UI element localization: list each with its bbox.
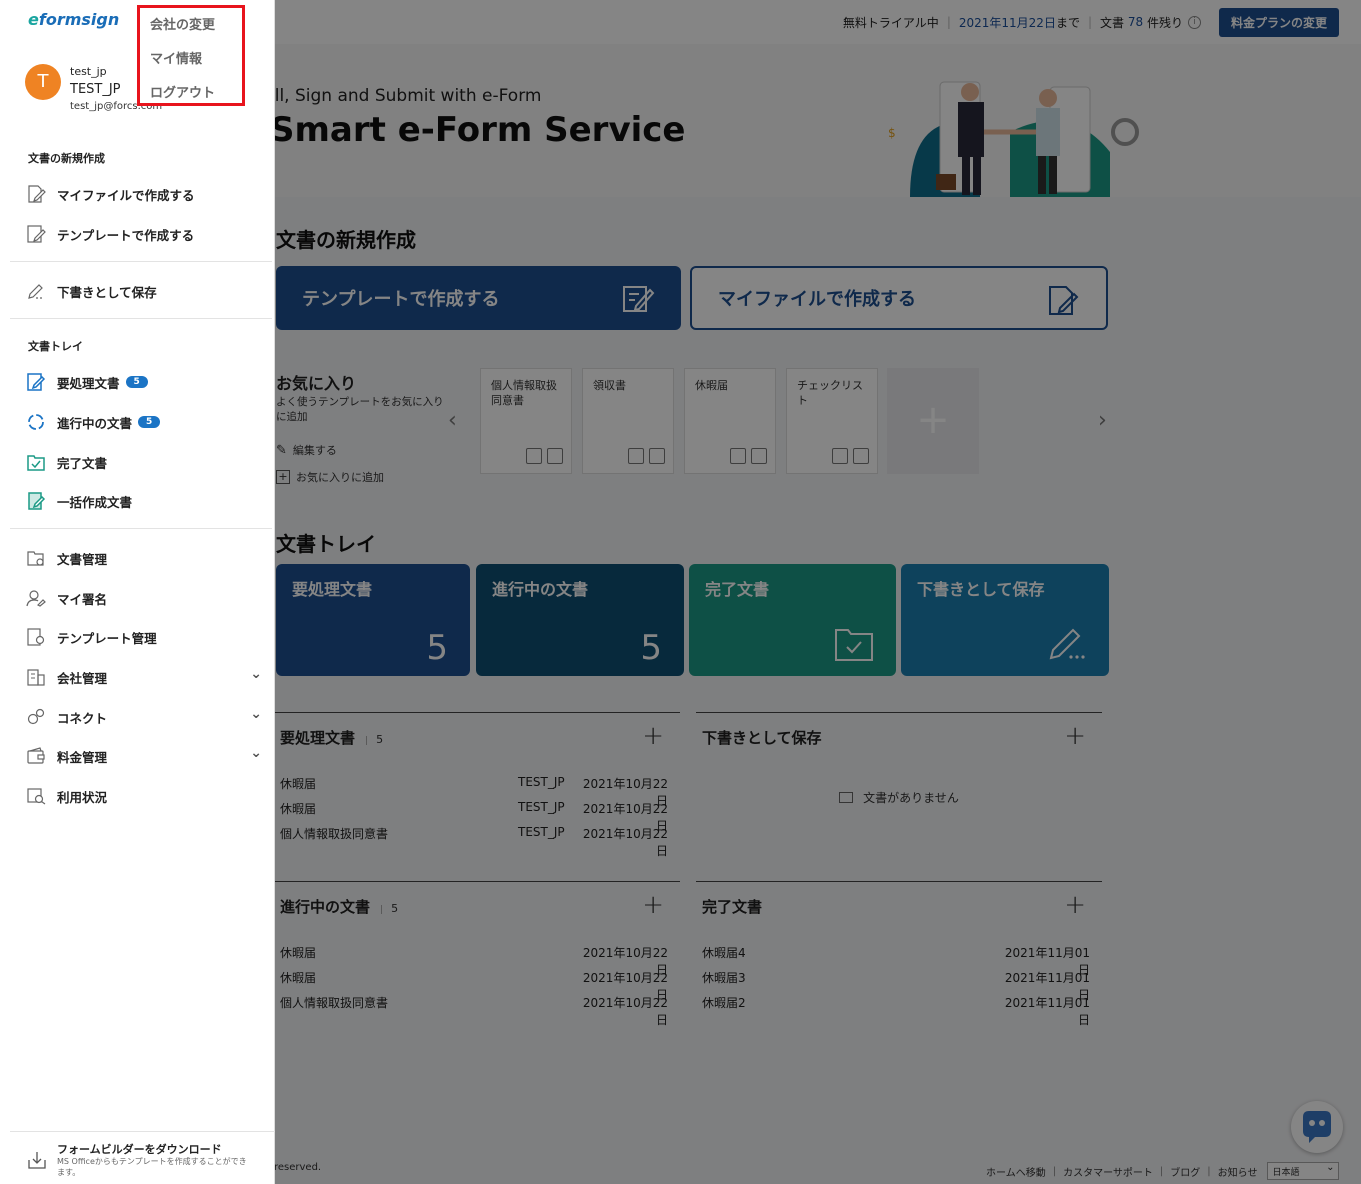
pending-count-badge: 5 [125,376,148,388]
sidebar-item-template-manage[interactable]: テンプレート管理 [26,626,262,648]
menu-item-logout[interactable]: ログアウト [150,82,215,101]
inprogress-count-badge: 5 [138,416,161,428]
template-edit-icon [27,225,46,243]
sidebar-item-create-template[interactable]: テンプレートで作成する [26,223,262,245]
sidebar-item-label: マイファイルで作成する [57,187,195,203]
download-formbuilder[interactable]: フォームビルダーをダウンロード MS Officeからもテンプレートを作成するこ… [10,1131,275,1184]
template-settings-icon [27,628,45,646]
avatar[interactable]: T [25,64,61,100]
gears-icon [27,708,45,725]
sidebar-item-pending[interactable]: 要処理文書 5 [26,371,262,393]
sidebar-item-label: 進行中の文書 [57,415,133,431]
menu-item-change-company[interactable]: 会社の変更 [150,14,215,33]
eformsign-logo[interactable]: eformsign [28,10,119,29]
sidebar-item-my-signature[interactable]: マイ署名 [26,587,262,609]
logo-text: formsign [38,10,120,29]
logo-letter: e [28,10,39,29]
folder-check-icon [27,455,45,471]
sidebar-item-label: 利用状況 [57,789,108,805]
pencil-icon [28,284,44,299]
chevron-down-icon[interactable]: ⌄ [250,666,262,682]
sidebar-item-label: 完了文書 [57,455,108,471]
document-settings-icon [27,551,44,566]
download-icon [28,1152,46,1169]
user-name: TEST_JP [70,82,121,97]
sidebar-item-label: 文書管理 [57,551,108,567]
sidebar-section-tray: 文書トレイ [28,340,83,353]
download-description: MS Officeからもテンプレートを作成することができます。 [57,1157,247,1177]
sidebar-item-label: 下書きとして保存 [57,284,157,300]
sidebar-item-doc-manage[interactable]: 文書管理 [26,547,262,569]
file-edit-icon [28,185,46,203]
divider [10,318,272,319]
chevron-down-icon[interactable]: ⌄ [250,745,262,761]
sidebar-item-label: マイ署名 [57,591,108,607]
chevron-down-icon[interactable]: ⌄ [250,706,262,722]
sidebar-item-label: 要処理文書 [57,375,120,391]
user-menu-dropdown: 会社の変更 マイ情報 ログアウト [137,5,245,106]
sidebar-item-billing[interactable]: 料金管理 ⌄ [26,745,262,767]
user-signature-icon [26,590,46,607]
sidebar-item-label: 会社管理 [57,670,108,686]
sidebar-item-completed[interactable]: 完了文書 [26,451,262,473]
sidebar-item-inprogress[interactable]: 進行中の文書 5 [26,411,262,433]
wallet-icon [27,747,45,764]
sidebar: eformsign T test_jp TEST_JP test_jp@forc… [0,0,275,1184]
building-icon [27,669,45,686]
sidebar-item-bulk[interactable]: 一括作成文書 [26,490,262,512]
sidebar-item-label: コネクト [57,710,108,726]
download-title: フォームビルダーをダウンロード [57,1143,222,1156]
sidebar-item-company-manage[interactable]: 会社管理 ⌄ [26,666,262,688]
menu-item-my-info[interactable]: マイ情報 [150,48,202,67]
sidebar-section-new: 文書の新規作成 [28,152,105,165]
pending-doc-icon [27,373,46,391]
usage-search-icon [27,788,46,805]
sidebar-item-usage[interactable]: 利用状況 [26,785,262,807]
user-id: test_jp [70,65,107,78]
sidebar-item-save-draft[interactable]: 下書きとして保存 [26,280,262,302]
sidebar-item-label: テンプレートで作成する [57,227,195,243]
bulk-doc-icon [28,492,46,510]
sidebar-item-label: 一括作成文書 [57,494,133,510]
divider [10,528,272,529]
sidebar-item-connect[interactable]: コネクト ⌄ [26,706,262,728]
progress-circle-icon [28,414,44,430]
sidebar-item-label: テンプレート管理 [57,630,157,646]
sidebar-item-label: 料金管理 [57,749,108,765]
sidebar-item-create-myfile[interactable]: マイファイルで作成する [26,183,262,205]
divider [10,261,272,262]
